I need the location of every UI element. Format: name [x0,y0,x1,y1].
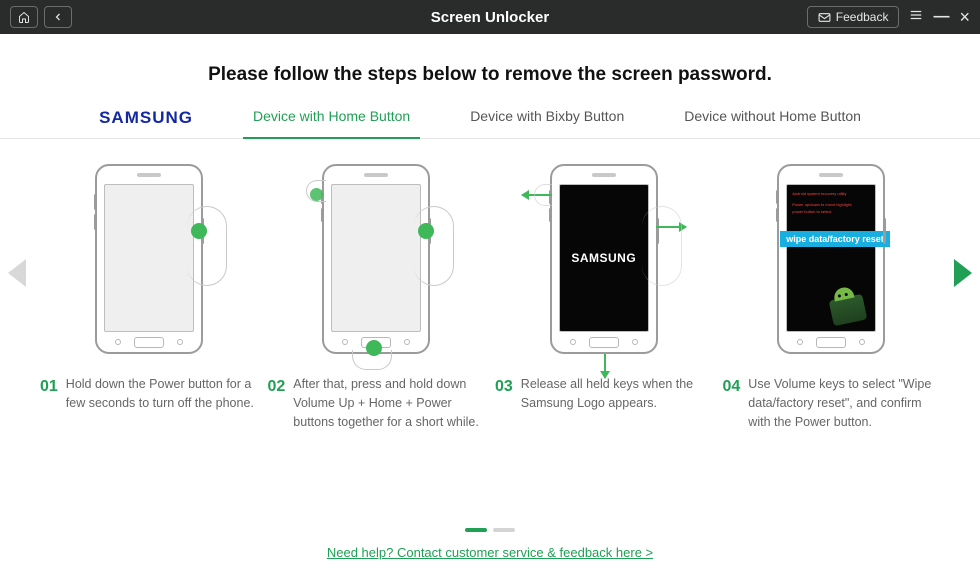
hand-icon [642,206,682,286]
close-button[interactable]: × [959,8,970,26]
titlebar: Screen Unlocker Feedback — × [0,0,980,34]
hand-icon [187,206,227,286]
chevron-left-icon [52,11,64,23]
phone-icon [95,164,203,354]
brand-label: SAMSUNG [89,108,223,138]
step-number: 03 [495,375,513,413]
step-description: Release all held keys when the Samsung L… [521,375,713,413]
arrow-down-icon [604,354,606,378]
titlebar-right: Feedback — × [807,6,970,28]
minimize-button[interactable]: — [933,9,949,25]
home-button[interactable] [10,6,38,28]
window-title: Screen Unlocker [431,9,549,26]
pager [0,528,980,532]
phone-icon [322,164,430,354]
pager-page-2[interactable] [493,528,515,532]
menu-icon [909,8,923,22]
phone-icon: SAMSUNG [550,164,658,354]
carousel-prev[interactable] [8,259,26,287]
hand-icon [414,206,454,286]
step-02: 02 After that, press and hold down Volum… [268,159,486,431]
step-03-illustration: SAMSUNG [495,159,713,359]
footer: Need help? Contact customer service & fe… [0,528,980,562]
step-description: After that, press and hold down Volume U… [293,375,485,431]
steps-row: 01 Hold down the Power button for a few … [40,159,940,431]
finger-icon [534,184,552,206]
phone-icon: Android system recovery utility Power up… [777,164,885,354]
step-02-illustration [268,159,486,359]
carousel-next[interactable] [954,259,972,287]
step-01-illustration [40,159,258,359]
page-title: Please follow the steps below to remove … [0,64,980,86]
help-link[interactable]: Need help? Contact customer service & fe… [327,545,653,560]
mail-icon [818,12,831,23]
step-03: SAMSUNG 03 Release all held keys when th… [495,159,713,431]
home-icon [18,11,30,23]
step-number: 02 [268,375,286,431]
step-number: 01 [40,375,58,413]
step-04-illustration: Android system recovery utility Power up… [723,159,941,359]
pager-page-1[interactable] [465,528,487,532]
wipe-option-label: wipe data/factory reset [780,231,890,247]
step-number: 04 [723,375,741,431]
step-description: Hold down the Power button for a few sec… [66,375,258,413]
feedback-label: Feedback [836,10,889,24]
device-tabs: SAMSUNG Device with Home Button Device w… [0,108,980,139]
window-controls: — × [909,8,970,26]
recovery-screen-icon: Android system recovery utility Power up… [787,185,875,331]
back-button[interactable] [44,6,72,28]
step-04: Android system recovery utility Power up… [723,159,941,431]
step-description: Use Volume keys to select "Wipe data/fac… [748,375,940,431]
tab-home-button[interactable]: Device with Home Button [223,108,440,138]
step-01: 01 Hold down the Power button for a few … [40,159,258,431]
android-robot-icon [829,294,868,327]
steps-carousel: 01 Hold down the Power button for a few … [0,139,980,431]
samsung-logo: SAMSUNG [571,251,636,265]
tab-no-home-button[interactable]: Device without Home Button [654,108,891,138]
tab-bixby-button[interactable]: Device with Bixby Button [440,108,654,138]
titlebar-left [10,6,72,28]
menu-button[interactable] [909,8,923,26]
press-indicator-icon [191,223,207,239]
feedback-button[interactable]: Feedback [807,6,900,28]
